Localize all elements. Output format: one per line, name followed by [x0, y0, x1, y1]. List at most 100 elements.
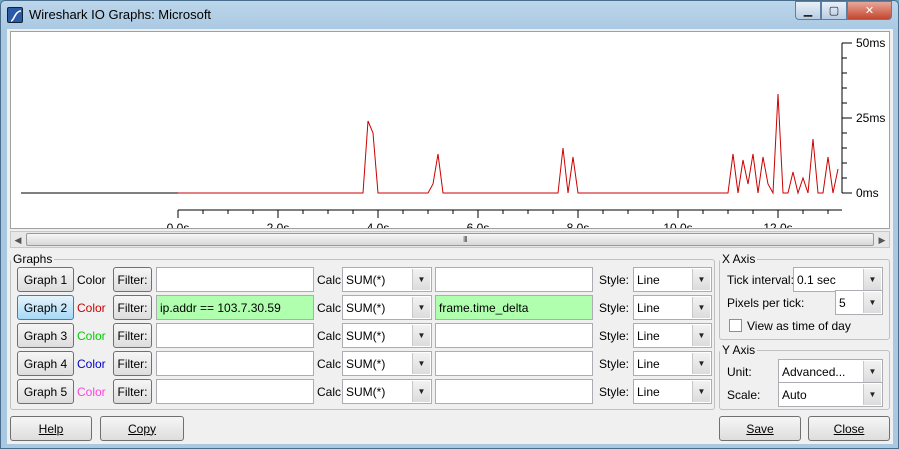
graph-4-calc-value: SUM(*)	[346, 357, 386, 371]
graph-3-style-select[interactable]: Line ▼	[633, 323, 712, 348]
graph-3-style-value: Line	[637, 329, 660, 343]
graph-3-calc-select[interactable]: SUM(*) ▼	[342, 323, 432, 348]
chevron-down-icon: ▼	[692, 269, 710, 290]
dialog-client-area: 0.0s 2.0s 4.0s 6.0s 8.0s 10.0s 12.0s 50ms 25ms 0m…	[7, 29, 893, 444]
scroll-left-arrow-icon[interactable]: ◀	[12, 234, 24, 246]
unit-value: Advanced...	[782, 365, 846, 379]
graph-2-style-value: Line	[637, 301, 660, 315]
graphs-group-title: Graphs	[13, 252, 53, 266]
graph-2-filter-input[interactable]: ip.addr == 103.7.30.59	[156, 295, 314, 320]
graph-3-calc-value: SUM(*)	[346, 329, 386, 343]
x-tick-label: 10.0s	[663, 221, 692, 228]
save-button[interactable]: Save	[719, 416, 801, 441]
graph-2-calc-value: SUM(*)	[346, 301, 386, 315]
io-graph-plot[interactable]: 0.0s 2.0s 4.0s 6.0s 8.0s 10.0s 12.0s 50ms 25ms 0m…	[10, 31, 890, 229]
graph-4-calc-field-input[interactable]	[435, 351, 593, 376]
pixels-per-tick-value: 5	[839, 296, 846, 310]
copy-button[interactable]: Copy	[100, 416, 184, 441]
title-bar[interactable]: Wireshark IO Graphs: Microsoft ▁ ▢ ✕	[1, 1, 898, 29]
graph-1-filter-input[interactable]	[156, 267, 314, 292]
graph-1-button[interactable]: Graph 1	[17, 267, 74, 292]
graph-4-style-select[interactable]: Line ▼	[633, 351, 712, 376]
maximize-button[interactable]: ▢	[821, 1, 847, 20]
tick-interval-select[interactable]: 0.1 sec ▼	[793, 267, 883, 292]
maximize-icon: ▢	[828, 5, 840, 17]
graph-5-style-label: Style:	[599, 385, 630, 399]
unit-select[interactable]: Advanced... ▼	[778, 359, 883, 384]
chevron-down-icon: ▼	[863, 269, 881, 290]
graph-5-filter-button[interactable]: Filter:	[113, 379, 152, 404]
graph-2-style-label: Style:	[599, 301, 630, 315]
close-icon: ✕	[864, 5, 875, 17]
graph-3-filter-input[interactable]	[156, 323, 314, 348]
x-tick-label: 4.0s	[367, 221, 390, 228]
series-line-graph-2	[178, 93, 839, 195]
close-button[interactable]: Close	[808, 416, 890, 441]
view-time-of-day-checkbox[interactable]	[729, 319, 742, 332]
graph-1-calc-label: Calc:	[317, 273, 345, 287]
x-tick-label: 6.0s	[467, 221, 490, 228]
graph-2-filter-button[interactable]: Filter:	[113, 295, 152, 320]
x-tick-label: 0.0s	[167, 221, 190, 228]
graph-4-filter-button[interactable]: Filter:	[113, 351, 152, 376]
graph-4-calc-select[interactable]: SUM(*) ▼	[342, 351, 432, 376]
close-window-button[interactable]: ✕	[847, 1, 892, 20]
chevron-down-icon: ▼	[863, 292, 881, 313]
graph-3-calc-label: Calc:	[317, 329, 345, 343]
graph-1-style-select[interactable]: Line ▼	[633, 267, 712, 292]
chevron-down-icon: ▼	[863, 384, 881, 405]
pixels-per-tick-select[interactable]: 5 ▼	[835, 290, 883, 315]
graph-2-color-label[interactable]: Color	[77, 301, 106, 315]
graph-5-style-value: Line	[637, 385, 660, 399]
graph-2-calc-select[interactable]: SUM(*) ▼	[342, 295, 432, 320]
y-tick-label: 0ms	[856, 186, 879, 200]
wireshark-app-icon	[7, 7, 23, 23]
graph-4-color-label[interactable]: Color	[77, 357, 106, 371]
scrollbar-grip: III	[463, 235, 468, 244]
graph-5-button[interactable]: Graph 5	[17, 379, 74, 404]
pixels-per-tick-label: Pixels per tick:	[727, 296, 805, 310]
chevron-down-icon: ▼	[412, 297, 430, 318]
minimize-button[interactable]: ▁	[795, 1, 821, 20]
chevron-down-icon: ▼	[692, 297, 710, 318]
chevron-down-icon: ▼	[412, 353, 430, 374]
graph-5-calc-label: Calc:	[317, 385, 345, 399]
chevron-down-icon: ▼	[412, 269, 430, 290]
graph-5-filter-input[interactable]	[156, 379, 314, 404]
graph-1-filter-button[interactable]: Filter:	[113, 267, 152, 292]
graph-3-color-label[interactable]: Color	[77, 329, 106, 343]
graph-1-color-label[interactable]: Color	[77, 273, 106, 287]
horizontal-scrollbar[interactable]: ◀ III ▶	[10, 231, 890, 248]
graph-3-calc-field-input[interactable]	[435, 323, 593, 348]
graph-1-calc-select[interactable]: SUM(*) ▼	[342, 267, 432, 292]
graph-5-style-select[interactable]: Line ▼	[633, 379, 712, 404]
graph-5-calc-field-input[interactable]	[435, 379, 593, 404]
graph-1-calc-value: SUM(*)	[346, 273, 386, 287]
graph-4-calc-label: Calc:	[317, 357, 345, 371]
graph-1-style-label: Style:	[599, 273, 630, 287]
chevron-down-icon: ▼	[412, 325, 430, 346]
graph-4-style-value: Line	[637, 357, 660, 371]
graph-4-filter-input[interactable]	[156, 351, 314, 376]
help-button[interactable]: Help	[10, 416, 92, 441]
view-time-of-day-label[interactable]: View as time of day	[747, 319, 851, 333]
graph-5-calc-select[interactable]: SUM(*) ▼	[342, 379, 432, 404]
graph-2-style-select[interactable]: Line ▼	[633, 295, 712, 320]
graph-3-filter-button[interactable]: Filter:	[113, 323, 152, 348]
scale-select[interactable]: Auto ▼	[778, 382, 883, 407]
y-tick-label: 50ms	[856, 36, 885, 50]
graph-2-button[interactable]: Graph 2	[17, 295, 74, 320]
scrollbar-thumb[interactable]: III	[26, 233, 874, 246]
graph-5-calc-value: SUM(*)	[346, 385, 386, 399]
graph-2-calc-field-input[interactable]: frame.time_delta	[435, 295, 593, 320]
graph-3-button[interactable]: Graph 3	[17, 323, 74, 348]
graph-2-calc-label: Calc:	[317, 301, 345, 315]
graph-3-style-label: Style:	[599, 329, 630, 343]
graph-5-color-label[interactable]: Color	[77, 385, 106, 399]
graph-4-button[interactable]: Graph 4	[17, 351, 74, 376]
graph-1-calc-field-input[interactable]	[435, 267, 593, 292]
window-title: Wireshark IO Graphs: Microsoft	[29, 7, 212, 22]
scroll-right-arrow-icon[interactable]: ▶	[876, 234, 888, 246]
scale-value: Auto	[782, 388, 807, 402]
x-tick-label: 8.0s	[567, 221, 590, 228]
